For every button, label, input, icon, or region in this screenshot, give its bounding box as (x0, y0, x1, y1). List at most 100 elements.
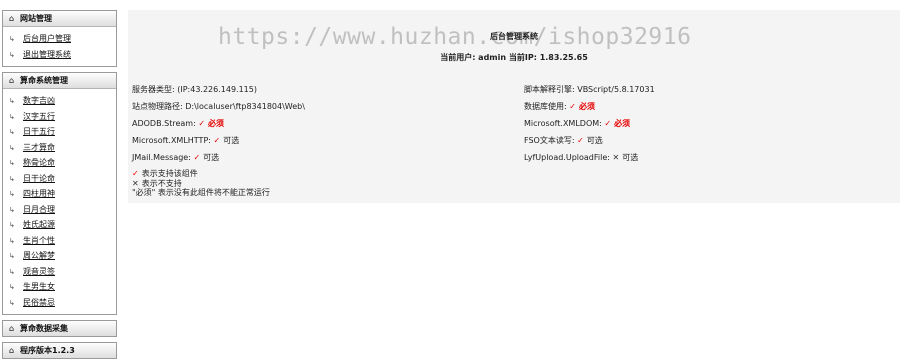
sidebar-item[interactable]: ↳ 周公解梦 (3, 248, 116, 264)
panel-site-manage-header[interactable]: ⌂ 网站管理 (3, 11, 116, 27)
link-icon: ↳ (9, 174, 15, 183)
sidebar-link[interactable]: 姓氏起源 (23, 220, 55, 229)
sidebar-item[interactable]: ↳ 四柱用神 (3, 186, 116, 202)
sidebar-link[interactable]: 后台用户管理 (23, 34, 71, 43)
jmail-row: JMail.Message: ✓ 可选 (132, 152, 219, 163)
adodb-status: 必须 (208, 119, 225, 128)
panel-fortune-manage-title: 算命系统管理 (20, 76, 68, 85)
home-icon: ⌂ (8, 14, 15, 23)
sidebar-item[interactable]: ↳ 汉字五行 (3, 109, 116, 125)
adodb-label: ADODB.Stream: (132, 119, 196, 128)
link-icon: ↳ (9, 252, 15, 260)
link-icon: ↳ (9, 298, 15, 307)
panel-version: ⌂ 程序版本1.2.3 (2, 342, 117, 359)
panel-data-collect: ⌂ 算命数据采集 (2, 320, 117, 337)
xmldom-status: 必须 (614, 119, 631, 128)
home-icon: ⌂ (8, 324, 15, 333)
panel-data-collect-header[interactable]: ⌂ 算命数据采集 (3, 321, 116, 336)
sidebar-item[interactable]: ↳ 数字吉凶 (3, 93, 116, 109)
panel-site-manage-title: 网站管理 (20, 14, 52, 23)
sidebar-item[interactable]: ↳ 观音灵签 (3, 264, 116, 280)
link-icon: ↳ (9, 35, 15, 43)
cross-icon: ✕ (132, 178, 139, 188)
link-icon: ↳ (9, 221, 15, 229)
sidebar: ⌂ 网站管理 ↳ 后台用户管理 ↳ 退出管理系统 ⌂ 算命系统管理 ↳ 数字吉凶 ↳ 汉字五… (2, 10, 117, 364)
sidebar-link[interactable]: 数字吉凶 (23, 96, 55, 105)
xmldom-label: Microsoft.XMLDOM: (524, 119, 602, 128)
sidebar-item[interactable]: ↳ 日干论命 (3, 171, 116, 187)
sidebar-item[interactable]: ↳ 日干五行 (3, 124, 116, 140)
link-icon: ↳ (9, 236, 15, 245)
sidebar-link[interactable]: 生肖个性 (23, 236, 55, 245)
site-path: 站点物理路径: D:\localuser\ftp8341804\Web\ (132, 102, 305, 111)
xmlhttp-label: Microsoft.XMLHTTP: (132, 136, 211, 145)
jmail-status: 可选 (203, 153, 220, 162)
check-icon: ✓ (577, 136, 584, 145)
home-icon: ⌂ (8, 346, 15, 355)
sidebar-item[interactable]: ↳ 民俗禁忌 (3, 295, 116, 311)
link-icon: ↳ (9, 283, 15, 291)
panel-fortune-manage: ⌂ 算命系统管理 ↳ 数字吉凶 ↳ 汉字五行 ↳ 日干五行 ↳ 三才算命 ↳ 称骨论命 ↳ 日… (2, 72, 117, 315)
sidebar-link[interactable]: 退出管理系统 (23, 50, 71, 59)
sidebar-link[interactable]: 日干论命 (23, 174, 55, 183)
sidebar-link[interactable]: 汉字五行 (23, 112, 55, 121)
sidebar-item[interactable]: ↳ 三才算命 (3, 140, 116, 156)
sidebar-item[interactable]: ↳ 称骨论命 (3, 155, 116, 171)
sidebar-item[interactable]: ↳ 姓氏起源 (3, 217, 116, 233)
sidebar-item[interactable]: ↳ 生肖个性 (3, 233, 116, 249)
legend-required-note: "必须" 表示没有此组件将不能正常运行 (132, 188, 270, 197)
link-icon: ↳ (9, 190, 15, 198)
user-info: 当前用户: admin 当前IP: 1.83.25.65 (440, 53, 588, 62)
sidebar-link[interactable]: 称骨论命 (23, 158, 55, 167)
fso-status: 可选 (586, 136, 603, 145)
legend-unsupported: ✕ 表示不支持 (132, 179, 270, 189)
sidebar-link[interactable]: 观音灵签 (23, 267, 55, 276)
adodb-row: ADODB.Stream: ✓ 必须 (132, 118, 224, 129)
panel-version-header[interactable]: ⌂ 程序版本1.2.3 (3, 343, 116, 358)
fso-row: FSO文本读写: ✓ 可选 (524, 135, 603, 146)
db-use-status: 必须 (578, 102, 595, 111)
script-engine: 脚本解释引擎: VBScript/5.8.17031 (524, 85, 655, 94)
check-icon: ✓ (193, 153, 201, 162)
link-icon: ↳ (9, 267, 15, 276)
panel-data-collect-title: 算命数据采集 (20, 324, 68, 333)
link-icon: ↳ (9, 50, 15, 59)
fso-label: FSO文本读写: (524, 136, 575, 145)
sidebar-link[interactable]: 生男生女 (23, 282, 55, 291)
sidebar-link[interactable]: 民俗禁忌 (23, 298, 55, 307)
sidebar-link[interactable]: 日月合理 (23, 205, 55, 214)
link-icon: ↳ (9, 97, 15, 105)
check-icon: ✓ (569, 102, 576, 111)
sidebar-item-user-manage[interactable]: ↳ 后台用户管理 (3, 31, 116, 47)
home-icon: ⌂ (8, 76, 15, 85)
main-panel: https://www.huzhan.com/ishop32916 后台管理系统… (128, 10, 900, 203)
xmldom-row: Microsoft.XMLDOM: ✓ 必须 (524, 118, 630, 129)
legend-unsupported-text: 表示不支持 (141, 178, 182, 188)
sidebar-link[interactable]: 日干五行 (23, 127, 55, 136)
panel-fortune-manage-header[interactable]: ⌂ 算命系统管理 (3, 73, 116, 89)
page-title: 后台管理系统 (490, 32, 538, 41)
check-icon: ✓ (213, 136, 221, 145)
sidebar-link[interactable]: 三才算命 (23, 143, 55, 152)
db-use-label: 数据库使用: (524, 102, 567, 111)
sidebar-item[interactable]: ↳ 日月合理 (3, 202, 116, 218)
sidebar-link[interactable]: 四柱用神 (23, 189, 55, 198)
link-icon: ↳ (9, 128, 15, 136)
lyf-status: 可选 (622, 153, 639, 162)
link-icon: ↳ (9, 112, 15, 121)
link-icon: ↳ (9, 143, 15, 152)
cross-icon: ✕ (612, 153, 620, 162)
legend: ✓ 表示支持该组件 ✕ 表示不支持 "必须" 表示没有此组件将不能正常运行 (132, 169, 270, 198)
check-icon: ✓ (604, 119, 612, 128)
panel-site-manage: ⌂ 网站管理 ↳ 后台用户管理 ↳ 退出管理系统 (2, 10, 117, 67)
sidebar-item-logout[interactable]: ↳ 退出管理系统 (3, 47, 116, 63)
check-icon: ✓ (132, 169, 139, 178)
legend-supported-text: 表示支持该组件 (141, 169, 198, 178)
panel-version-title: 程序版本1.2.3 (20, 346, 75, 355)
link-icon: ↳ (9, 159, 15, 167)
jmail-label: JMail.Message: (132, 153, 191, 162)
lyf-row: LyfUpload.UploadFile: ✕ 可选 (524, 152, 638, 163)
xmlhttp-row: Microsoft.XMLHTTP: ✓ 可选 (132, 135, 239, 146)
sidebar-item[interactable]: ↳ 生男生女 (3, 279, 116, 295)
sidebar-link[interactable]: 周公解梦 (23, 251, 55, 260)
